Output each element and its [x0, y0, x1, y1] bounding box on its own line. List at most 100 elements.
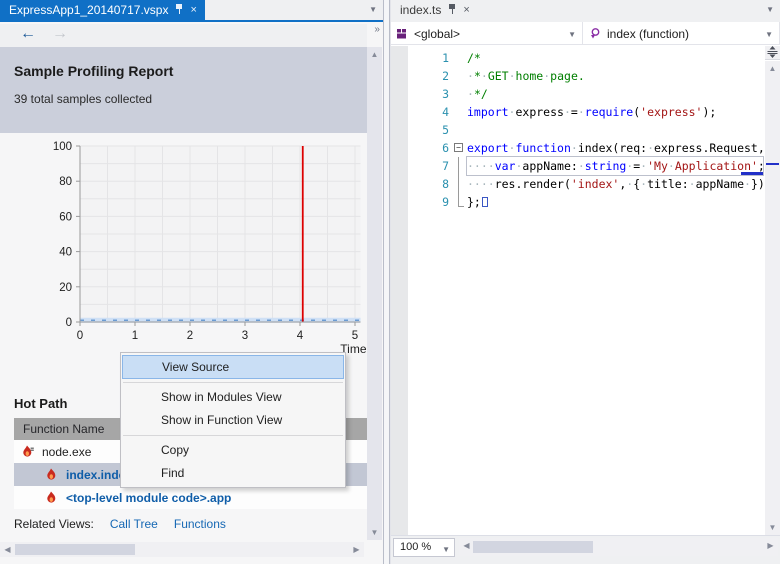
line-number: 8 [442, 177, 449, 191]
line-number: 2 [442, 69, 449, 83]
svg-text:2: 2 [187, 330, 193, 342]
tab-list-dropdown-icon[interactable]: ▼ [766, 5, 774, 14]
code-editor[interactable]: 1 /* 2 ·*·GET·home·page. 3 ·*/ 4 import·express… [391, 46, 765, 535]
code-text[interactable]: import·express·=·require('express'); [467, 103, 763, 121]
report-header: Sample Profiling Report 39 total samples… [0, 47, 367, 133]
editor-vertical-scrollbar[interactable]: ▲ ▼ [765, 61, 780, 535]
svg-text:40: 40 [59, 247, 72, 259]
editor-split-grip[interactable] [765, 46, 780, 60]
fold-margin[interactable]: − [453, 139, 467, 157]
fold-margin-empty [453, 85, 467, 103]
code-text[interactable]: ····res.render('index',·{·title:·appName… [467, 175, 763, 193]
menu-item-show-in-modules-view[interactable]: Show in Modules View [121, 386, 345, 409]
code-text[interactable]: ····var·appName:·string·=·'My·Applicatio… [466, 156, 764, 176]
code-line-7[interactable]: 7 ····var·appName:·string·=·'My·Applicati… [391, 156, 765, 176]
scroll-down-icon[interactable]: ▼ [367, 525, 382, 540]
related-views: Related Views: Call Tree Functions [14, 517, 226, 531]
pin-icon[interactable] [448, 3, 456, 17]
menu-item-copy[interactable]: Copy [121, 439, 345, 462]
fold-margin-empty [453, 103, 467, 121]
menu-item-find[interactable]: Find [121, 462, 345, 485]
code-line-2[interactable]: 2 ·*·GET·home·page. [391, 67, 765, 85]
tab-index-ts[interactable]: index.ts × [391, 0, 478, 20]
chevron-down-icon: ▼ [765, 30, 773, 39]
scrollbar-thumb[interactable] [473, 541, 593, 553]
related-view-link-call-tree[interactable]: Call Tree [110, 517, 158, 531]
svg-text:4: 4 [297, 330, 304, 342]
code-line-9[interactable]: 9}; [391, 193, 765, 211]
scroll-up-icon[interactable]: ▲ [765, 61, 780, 76]
forward-button: → [52, 25, 68, 42]
pane-splitter[interactable] [383, 0, 390, 564]
tab-expressapp-vspx[interactable]: ExpressApp1_20140717.vspx × [0, 0, 205, 20]
editor-horizontal-scrollbar[interactable]: ◀ ▶ [459, 538, 778, 556]
member-dropdown[interactable]: index (function) ▼ [583, 22, 780, 45]
member-value: index (function) [607, 26, 690, 41]
scroll-right-icon[interactable]: ▶ [763, 538, 778, 553]
line-number: 3 [442, 87, 449, 101]
scroll-left-icon[interactable]: ◀ [459, 538, 474, 553]
tab-list-dropdown-icon[interactable]: ▼ [369, 5, 377, 14]
fold-guide-line [458, 193, 459, 206]
scroll-down-icon[interactable]: ▼ [765, 520, 780, 535]
code-text[interactable]: }; [467, 193, 763, 211]
split-handle-icon [767, 46, 778, 58]
function-name[interactable]: <top-level module code>.app [66, 491, 231, 505]
report-vertical-scrollbar[interactable]: ▲ ▼ [367, 47, 382, 540]
hot-path-title: Hot Path [14, 396, 68, 411]
chevron-down-icon: ▼ [568, 30, 576, 39]
code-text[interactable]: export·function·index(req:·express.Reque… [467, 139, 763, 157]
fold-margin [453, 175, 467, 193]
scroll-up-icon[interactable]: ▲ [367, 47, 382, 62]
fold-margin-empty [453, 49, 467, 67]
scroll-right-icon[interactable]: ▶ [349, 542, 364, 557]
svg-text:0: 0 [77, 330, 83, 342]
close-icon[interactable]: × [190, 4, 196, 16]
menu-item-view-source[interactable]: View Source [122, 355, 344, 379]
code-line-3[interactable]: 3 ·*/ [391, 85, 765, 103]
code-line-8[interactable]: 8 ····res.render('index',·{·title:·appNam… [391, 175, 765, 193]
table-row[interactable]: <top-level module code>.app [14, 486, 367, 509]
editor-navigation-bar: <global> ▼ index (function) ▼ [391, 22, 780, 45]
svg-text:0: 0 [66, 317, 72, 329]
svg-text:100: 100 [53, 141, 72, 153]
fold-margin [453, 193, 467, 211]
function-name[interactable]: node.exe [42, 445, 91, 459]
collapse-region-icon[interactable]: − [454, 143, 463, 152]
code-line-1[interactable]: 1 /* [391, 49, 765, 67]
tab-title: ExpressApp1_20140717.vspx [9, 3, 169, 17]
close-icon[interactable]: × [463, 4, 469, 16]
zoom-level-dropdown[interactable]: 100 % ▼ [393, 538, 455, 557]
code-line-6[interactable]: 6− export·function·index(req:·express.Req… [391, 139, 765, 157]
code-text[interactable]: ·*·GET·home·page. [467, 67, 763, 85]
svg-text:80: 80 [59, 176, 72, 188]
fold-margin-empty [453, 121, 467, 139]
chevron-down-icon: ▼ [442, 545, 450, 554]
scroll-left-icon[interactable]: ◀ [0, 542, 15, 557]
tab-title: index.ts [400, 3, 442, 17]
line-number: 7 [442, 159, 449, 173]
scrollbar-thumb[interactable] [15, 544, 135, 555]
related-view-link-functions[interactable]: Functions [174, 517, 226, 531]
code-text[interactable]: /* [467, 49, 763, 67]
back-button[interactable]: ← [20, 25, 36, 43]
code-line-4[interactable]: 4 import·express·=·require('express'); [391, 103, 765, 121]
code-text[interactable]: ·*/ [467, 85, 763, 103]
fold-margin [453, 157, 467, 175]
flame-icon [47, 468, 56, 480]
report-horizontal-scrollbar[interactable]: ◀ ▶ [0, 542, 364, 557]
bottom-strip [391, 557, 780, 564]
report-toolbar: ← → ›› [0, 24, 380, 47]
toolbar-overflow-icon[interactable]: ›› [374, 24, 380, 35]
code-line-5[interactable]: 5 [391, 121, 765, 139]
menu-item-show-in-function-view[interactable]: Show in Function View [121, 409, 345, 432]
vs-ide-window: ExpressApp1_20140717.vspx × ▼ ← → ›› Sam… [0, 0, 780, 564]
scope-dropdown[interactable]: <global> ▼ [391, 22, 583, 45]
pin-icon[interactable] [175, 3, 183, 17]
caret-position-marker [766, 163, 779, 165]
end-of-file-marker [481, 197, 488, 207]
cpu-usage-chart[interactable]: 0 20 40 60 80 100 0 1 2 3 4 5 Time [25, 135, 370, 359]
svg-text:20: 20 [59, 282, 72, 294]
flame-icon [47, 491, 56, 503]
right-tab-strip: index.ts × ▼ [391, 0, 780, 22]
